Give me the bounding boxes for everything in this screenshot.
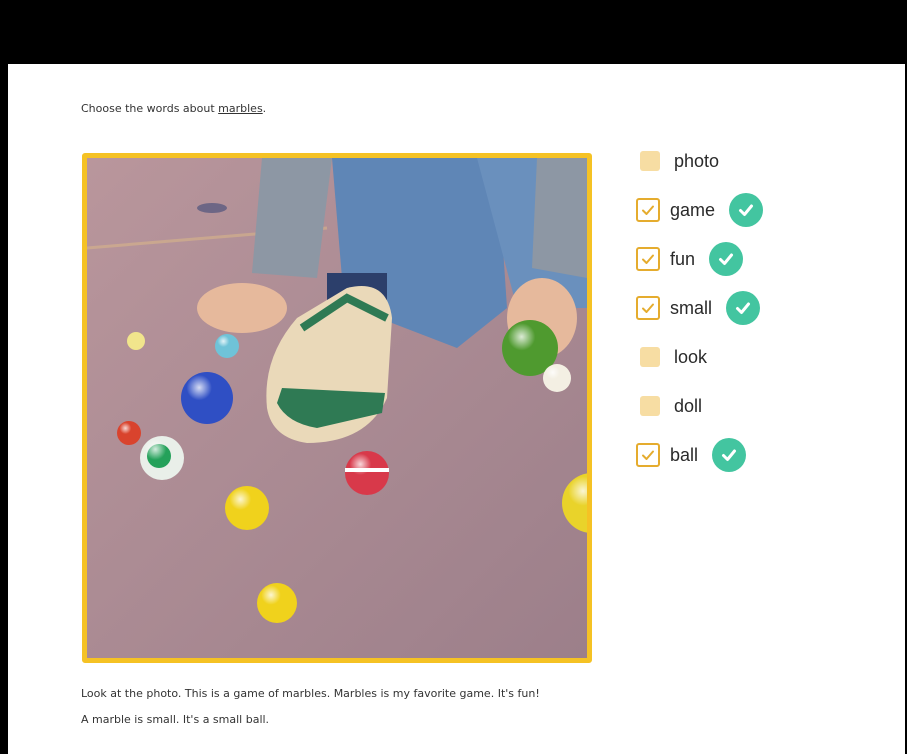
checkmark-icon bbox=[641, 301, 655, 315]
option-look[interactable]: look bbox=[636, 340, 707, 374]
option-ball[interactable]: ball bbox=[636, 438, 747, 472]
checkbox[interactable] bbox=[636, 247, 660, 271]
caption-line-2: A marble is small. It's a small ball. bbox=[81, 713, 270, 726]
option-fun[interactable]: fun bbox=[636, 242, 744, 276]
checkbox[interactable] bbox=[636, 296, 660, 320]
option-small[interactable]: small bbox=[636, 291, 761, 325]
marbles-photo bbox=[82, 153, 592, 663]
option-label: fun bbox=[670, 248, 696, 269]
instruction-prefix: Choose the words about bbox=[81, 102, 219, 115]
option-photo[interactable]: photo bbox=[636, 144, 719, 178]
option-label: game bbox=[670, 199, 716, 220]
lesson-page: Choose the words about marbles. Look at … bbox=[8, 64, 905, 754]
top-bar bbox=[0, 0, 907, 64]
checkmark-icon bbox=[641, 448, 655, 462]
instruction-suffix: . bbox=[262, 102, 267, 115]
checkbox[interactable] bbox=[640, 396, 660, 416]
checkbox[interactable] bbox=[636, 443, 660, 467]
instruction-text: Choose the words about marbles. bbox=[81, 102, 266, 115]
option-label: doll bbox=[674, 395, 703, 416]
correct-check-icon bbox=[709, 242, 744, 276]
option-label: photo bbox=[674, 150, 720, 171]
photo-illustration bbox=[87, 158, 587, 658]
correct-check-icon bbox=[726, 291, 761, 325]
option-label: look bbox=[674, 346, 708, 367]
checkbox[interactable] bbox=[636, 198, 660, 222]
correct-check-icon bbox=[712, 438, 747, 472]
caption-line-1: Look at the photo. This is a game of mar… bbox=[81, 687, 540, 700]
correct-check-icon bbox=[729, 193, 764, 227]
checkmark-icon bbox=[641, 252, 655, 266]
option-label: ball bbox=[670, 444, 699, 465]
option-doll[interactable]: doll bbox=[636, 389, 702, 423]
option-game[interactable]: game bbox=[636, 193, 764, 227]
checkbox[interactable] bbox=[640, 151, 660, 171]
option-label: small bbox=[670, 297, 713, 318]
instruction-keyword-link[interactable]: marbles bbox=[218, 102, 263, 115]
checkbox[interactable] bbox=[640, 347, 660, 367]
checkmark-icon bbox=[641, 203, 655, 217]
